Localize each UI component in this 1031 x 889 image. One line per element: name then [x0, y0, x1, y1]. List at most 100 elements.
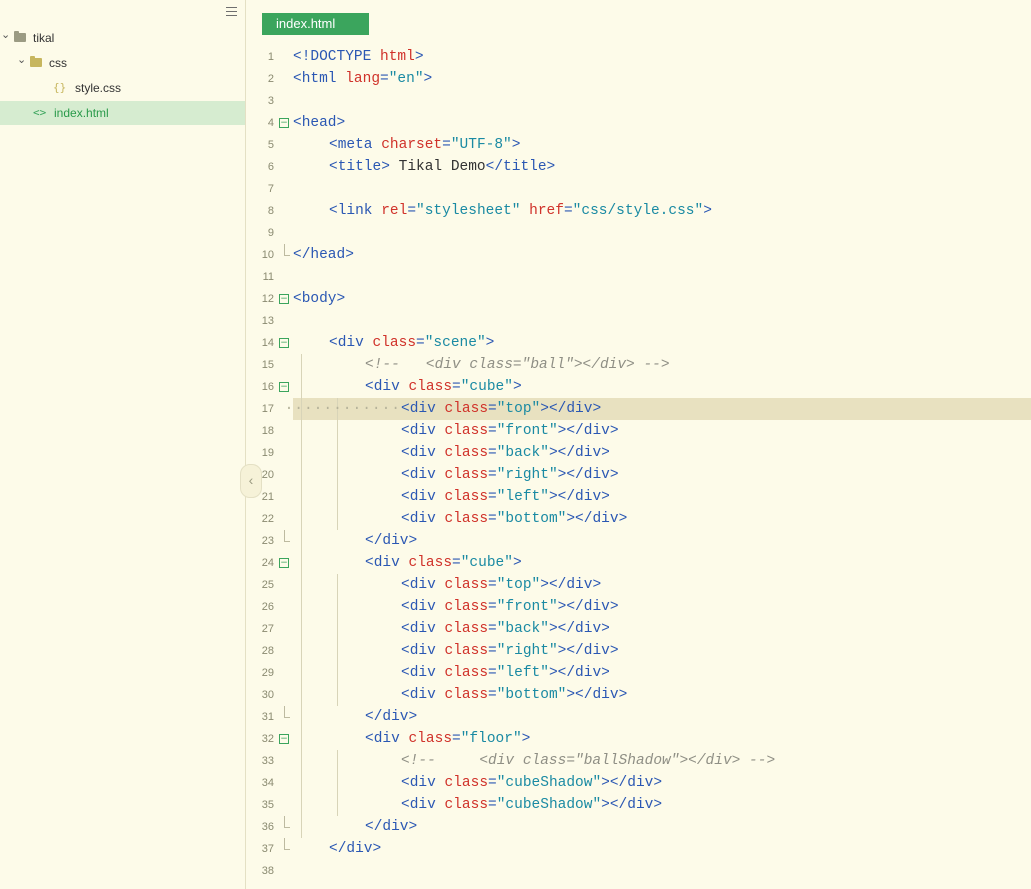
- code-text: <head>: [293, 112, 345, 134]
- code-line[interactable]: 21 <div class="left"></div>: [246, 486, 1031, 508]
- code-line[interactable]: 30 <div class="bottom"></div>: [246, 684, 1031, 706]
- code-line[interactable]: 10 </head>: [246, 244, 1031, 266]
- code-text: <div class="cube">: [365, 552, 522, 574]
- code-line[interactable]: 9: [246, 222, 1031, 244]
- code-token: ></div>: [557, 643, 619, 659]
- code-token: </head>: [293, 247, 354, 263]
- code-token: "right": [496, 643, 558, 659]
- code-content: </div>: [293, 838, 1031, 860]
- line-number: 33: [261, 755, 274, 767]
- code-line[interactable]: 16− <div class="cube">: [246, 376, 1031, 398]
- code-content: <html lang="en">: [293, 68, 1031, 90]
- code-line[interactable]: 5 <meta charset="UTF-8">: [246, 134, 1031, 156]
- code-token: class: [408, 555, 453, 571]
- code-line[interactable]: 33 <!-- <div class="ballShadow"></div> --…: [246, 750, 1031, 772]
- code-token: class: [372, 335, 417, 351]
- code-text: </div>: [329, 838, 381, 860]
- code-token: html: [380, 49, 415, 65]
- code-content: [293, 222, 1031, 244]
- code-line[interactable]: 35 <div class="cubeShadow"></div>: [246, 794, 1031, 816]
- code-text: <div class="front"></div>: [401, 596, 619, 618]
- code-line[interactable]: 34 <div class="cubeShadow"></div>: [246, 772, 1031, 794]
- tab-bar: index.html: [246, 0, 1031, 38]
- fold-toggle-icon[interactable]: −: [279, 382, 289, 392]
- code-line[interactable]: 6 <title> Tikal Demo</title>: [246, 156, 1031, 178]
- indent-guide: [337, 618, 338, 640]
- code-line[interactable]: 4− <head>: [246, 112, 1031, 134]
- code-token: "back": [496, 621, 549, 637]
- code-line[interactable]: 12− <body>: [246, 288, 1031, 310]
- fold-toggle-icon[interactable]: −: [279, 294, 289, 304]
- code-line[interactable]: 3: [246, 90, 1031, 112]
- code-token: "top": [496, 401, 541, 417]
- fold-toggle-icon[interactable]: −: [279, 118, 289, 128]
- tree-item-index-html[interactable]: <> index.html: [0, 101, 245, 125]
- code-line[interactable]: 20 <div class="right"></div>: [246, 464, 1031, 486]
- folder-open-icon: [30, 56, 42, 67]
- code-text: <div class="bottom"></div>: [401, 508, 627, 530]
- code-line[interactable]: 38: [246, 860, 1031, 882]
- code-content: <!-- <div class="ballShadow"></div> -->: [293, 750, 1031, 772]
- code-token: Tikal Demo: [389, 159, 486, 175]
- code-token: >: [521, 731, 531, 747]
- code-line[interactable]: 23 </div>: [246, 530, 1031, 552]
- code-token: =: [488, 577, 497, 593]
- code-line[interactable]: 13: [246, 310, 1031, 332]
- fold-toggle-icon[interactable]: −: [279, 338, 289, 348]
- code-token: >: [512, 379, 522, 395]
- fold-toggle-icon[interactable]: −: [279, 558, 289, 568]
- code-token: <div: [401, 775, 445, 791]
- code-line[interactable]: 37 </div>: [246, 838, 1031, 860]
- code-token: <div: [401, 665, 445, 681]
- code-text: <body>: [293, 288, 345, 310]
- tab-index-html[interactable]: index.html: [262, 13, 369, 35]
- code-line[interactable]: 15 <!-- <div class="ball"></div> -->: [246, 354, 1031, 376]
- line-number: 8: [267, 205, 274, 217]
- code-line[interactable]: 29 <div class="left"></div>: [246, 662, 1031, 684]
- tree-item-style-css[interactable]: {} style.css: [0, 76, 245, 100]
- chevron-down-icon[interactable]: ⌄: [1, 23, 10, 47]
- code-line[interactable]: 25 <div class="top"></div>: [246, 574, 1031, 596]
- code-content: <div class="left"></div>: [293, 486, 1031, 508]
- code-line[interactable]: 36 </div>: [246, 816, 1031, 838]
- line-number: 22: [261, 513, 274, 525]
- code-token: =: [563, 203, 573, 219]
- code-line[interactable]: 32− <div class="floor">: [246, 728, 1031, 750]
- code-line[interactable]: 31 </div>: [246, 706, 1031, 728]
- code-content: </div>: [293, 816, 1031, 838]
- code-line[interactable]: 1 <!DOCTYPE html>: [246, 46, 1031, 68]
- code-line[interactable]: 28 <div class="right"></div>: [246, 640, 1031, 662]
- code-text: <div class="left"></div>: [401, 662, 610, 684]
- code-line[interactable]: 7: [246, 178, 1031, 200]
- menu-icon[interactable]: [226, 7, 237, 17]
- code-text: <div class="cube">: [365, 376, 522, 398]
- fold-toggle-icon[interactable]: −: [279, 734, 289, 744]
- tree-item-css[interactable]: ⌄ css: [0, 51, 245, 75]
- code-token: <!-- <div class="ballShadow"></div> -->: [401, 753, 776, 769]
- code-line[interactable]: 8 <link rel="stylesheet" href="css/style.…: [246, 200, 1031, 222]
- code-token: =: [416, 335, 425, 351]
- code-line[interactable]: 2 <html lang="en">: [246, 68, 1031, 90]
- code-token: rel: [381, 203, 408, 219]
- code-line[interactable]: 14− <div class="scene">: [246, 332, 1031, 354]
- code-line[interactable]: 11: [246, 266, 1031, 288]
- code-line[interactable]: 24− <div class="cube">: [246, 552, 1031, 574]
- chevron-down-icon[interactable]: ⌄: [17, 48, 26, 72]
- code-line[interactable]: 17 ············ <div class="top"></div>: [246, 398, 1031, 420]
- code-line[interactable]: 27 <div class="back"></div>: [246, 618, 1031, 640]
- code-line[interactable]: 19 <div class="back"></div>: [246, 442, 1031, 464]
- code-token: "front": [496, 423, 558, 439]
- indent-guide: [301, 640, 302, 662]
- code-token: ></div>: [540, 401, 602, 417]
- line-number: 9: [267, 227, 274, 239]
- code-line[interactable]: 18 <div class="front"></div>: [246, 420, 1031, 442]
- code-text: <div class="scene">: [329, 332, 494, 354]
- code-token: </div>: [329, 841, 382, 857]
- code-text: </div>: [365, 706, 417, 728]
- code-line[interactable]: 26 <div class="front"></div>: [246, 596, 1031, 618]
- code-token: <div: [401, 687, 445, 703]
- fold-end-marker: [284, 838, 290, 850]
- code-line[interactable]: 22 <div class="bottom"></div>: [246, 508, 1031, 530]
- tree-item-tikal[interactable]: ⌄ tikal: [0, 26, 245, 50]
- code-editor[interactable]: 1 <!DOCTYPE html> 2 <html lang="en"> 3 4− <hea…: [246, 46, 1031, 889]
